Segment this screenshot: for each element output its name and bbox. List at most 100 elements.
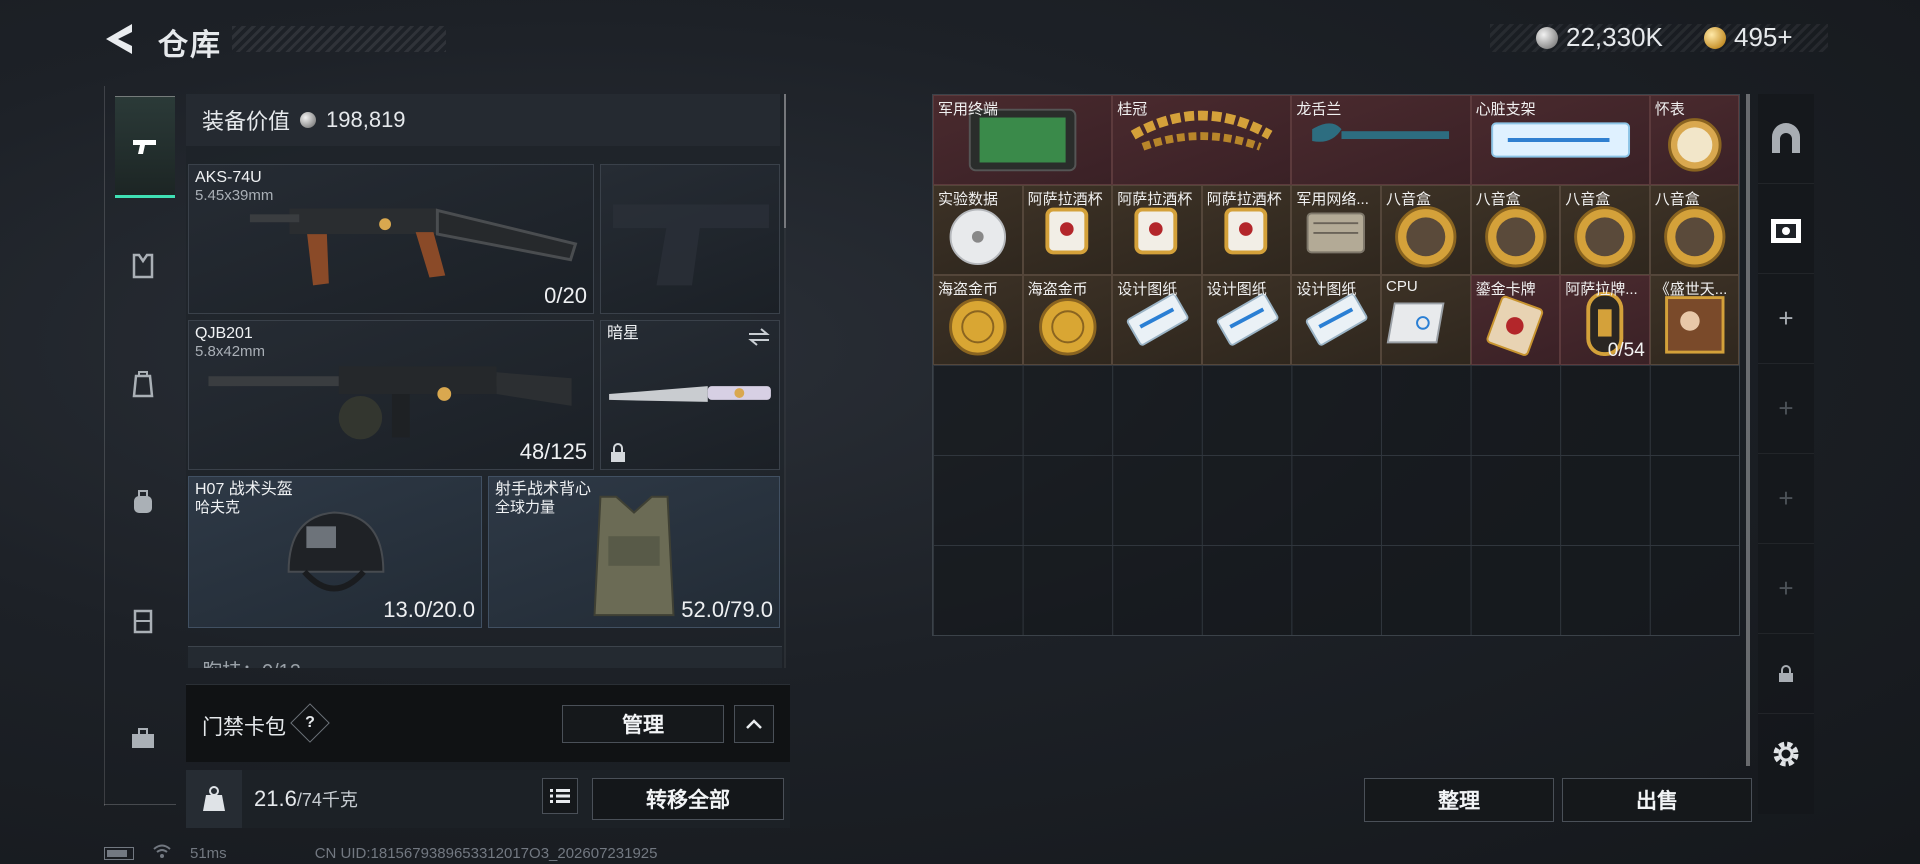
chevron-up-icon — [746, 719, 762, 729]
stash-item-name: 龙舌兰 — [1296, 101, 1342, 118]
primary-weapon-ammo-count: 0/20 — [544, 283, 587, 308]
sell-button[interactable]: 出售 — [1562, 778, 1752, 822]
battery-icon — [104, 846, 134, 860]
plus-icon: + — [1778, 393, 1794, 423]
silver-coin-icon — [1536, 26, 1558, 49]
weight-max: /74千克 — [296, 790, 358, 810]
silver-coin-icon — [300, 112, 317, 128]
stash-item[interactable]: 八音盒 — [1560, 185, 1650, 275]
chest-rig-row[interactable]: 胸挂：0/12 — [188, 646, 782, 668]
keycard-help-button[interactable]: ? — [290, 703, 330, 743]
stash-tab-add-1[interactable]: + — [1758, 274, 1814, 364]
stash-item[interactable]: 桂冠 — [1112, 95, 1292, 185]
manage-button[interactable]: 管理 — [562, 705, 724, 743]
sort-button[interactable]: 整理 — [1364, 778, 1554, 822]
gold-amount: 495+ — [1734, 22, 1793, 52]
category-toolbox[interactable] — [113, 708, 173, 768]
stash-settings-button[interactable] — [1758, 714, 1814, 794]
safe-box-icon — [1771, 218, 1801, 243]
primary-weapon-slot[interactable]: AKS-74U 5.45x39mm 0/20 — [188, 164, 594, 314]
equipment-panel: 装备价值 198,819 AKS-74U 5.45x39mm 0/20 QJB2… — [186, 94, 786, 668]
backpack-icon — [132, 371, 154, 398]
stash-item[interactable]: 阿萨拉酒杯 — [1022, 185, 1113, 275]
stash-item-name: 八音盒 — [1565, 191, 1611, 208]
gear-icon — [1773, 741, 1799, 767]
stash-tab-main[interactable] — [1758, 94, 1814, 184]
swap-icon[interactable] — [747, 327, 771, 347]
stash-tab-collection[interactable] — [1758, 184, 1814, 274]
stash-item-name: 军用终端 — [938, 101, 999, 118]
stash-item[interactable]: 八音盒 — [1470, 185, 1561, 275]
weight-icon — [203, 786, 225, 811]
category-weapons[interactable] — [115, 96, 175, 198]
stash-item-name: 阿萨拉酒杯 — [1206, 191, 1282, 208]
stash-item[interactable]: 八音盒 — [1649, 185, 1740, 275]
currency-gold[interactable]: 495+ — [1704, 22, 1793, 53]
category-case[interactable] — [113, 590, 173, 650]
equipment-scroll-thumb[interactable] — [784, 94, 786, 228]
stash-item-name: 海盗金币 — [938, 281, 999, 298]
keycard-label: 门禁卡包 — [202, 716, 286, 739]
uid-text: CN UID:1815679389653312017O3_20260723192… — [314, 844, 658, 862]
primary-weapon-name: AKS-74U — [195, 169, 262, 186]
stash-item[interactable]: 海盗金币 — [1022, 275, 1113, 365]
melee-slot[interactable]: 暗星 — [600, 320, 780, 470]
stash-item[interactable]: 设计图纸 — [1112, 275, 1202, 365]
stash-item-name: 设计图纸 — [1206, 281, 1267, 298]
stash-item[interactable]: 设计图纸 — [1201, 275, 1292, 365]
armor-slot[interactable]: 射手战术背心 全球力量 52.0/79.0 — [488, 476, 780, 628]
lock-icon — [611, 443, 625, 462]
stash-item-name: 八音盒 — [1475, 191, 1521, 208]
stash-item[interactable]: 阿萨拉牌... 0/54 — [1560, 275, 1650, 365]
helmet-durability: 13.0/20.0 — [383, 597, 475, 622]
stash-item[interactable]: 《盛世天... — [1649, 275, 1740, 365]
weight-current: 21.6 — [254, 786, 297, 811]
stash-item[interactable]: 实验数据 — [933, 185, 1023, 275]
plus-icon: + — [1778, 573, 1794, 603]
equipment-value-bar: 装备价值 198,819 — [186, 94, 780, 146]
category-armor[interactable] — [113, 236, 173, 296]
category-bag[interactable] — [113, 472, 173, 532]
stash-lock-toggle[interactable] — [1758, 634, 1814, 714]
secondary-weapon-slot[interactable]: QJB201 5.8x42mm 48/125 — [188, 320, 594, 470]
stash-item[interactable]: 八音盒 — [1381, 185, 1471, 275]
stash-item[interactable]: 龙舌兰 — [1291, 95, 1471, 185]
stash-item-name: 设计图纸 — [1117, 281, 1178, 298]
back-button[interactable] — [102, 20, 138, 58]
currency-silver[interactable]: 22,330K — [1536, 22, 1663, 53]
stash-item-name: 桂冠 — [1117, 101, 1148, 118]
stash-item[interactable]: 怀表 — [1649, 95, 1740, 185]
stash-item[interactable]: CPU — [1381, 275, 1471, 365]
stash-item[interactable]: 鎏金卡牌 — [1470, 275, 1561, 365]
stash-item-name: 八音盒 — [1386, 191, 1432, 208]
stash-tab-add-4[interactable]: + — [1758, 544, 1814, 634]
stash-item-name: 实验数据 — [938, 191, 999, 208]
help-icon: ? — [305, 714, 315, 731]
pistol-slot[interactable] — [600, 164, 780, 314]
rail-divider — [104, 804, 176, 805]
stash-item[interactable]: 阿萨拉酒杯 — [1112, 185, 1202, 275]
stash-item-count: 0/54 — [1607, 340, 1645, 361]
stash-item[interactable]: 军用网络... — [1291, 185, 1381, 275]
status-bar: 51ms CN UID:1815679389653312017O3_202607… — [104, 844, 657, 862]
stash-item[interactable]: 心脏支架 — [1470, 95, 1650, 185]
stash-item-name: 阿萨拉酒杯 — [1027, 191, 1103, 208]
pistol-placeholder-icon — [613, 204, 769, 286]
transfer-all-button[interactable]: 转移全部 — [592, 778, 784, 820]
helmet-slot[interactable]: H07 战术头盔 哈夫克 13.0/20.0 — [188, 476, 482, 628]
category-backpack[interactable] — [113, 354, 173, 414]
stash-tab-add-2[interactable]: + — [1758, 364, 1814, 454]
stash-scrollbar[interactable] — [1746, 94, 1750, 766]
stash-item-name: 《盛世天... — [1654, 281, 1728, 298]
stash-item[interactable]: 海盗金币 — [933, 275, 1023, 365]
plus-icon: + — [1778, 303, 1794, 333]
stash-item[interactable]: 阿萨拉酒杯 — [1201, 185, 1292, 275]
stash-item[interactable]: 设计图纸 — [1291, 275, 1381, 365]
armor-name: 射手战术背心 — [495, 481, 592, 498]
collapse-button[interactable] — [734, 705, 774, 743]
plus-icon: + — [1778, 483, 1794, 513]
secondary-weapon-ammo-count: 48/125 — [519, 439, 587, 464]
stash-item[interactable]: 军用终端 — [933, 95, 1113, 185]
stash-tab-add-3[interactable]: + — [1758, 454, 1814, 544]
list-view-button[interactable] — [542, 778, 578, 814]
